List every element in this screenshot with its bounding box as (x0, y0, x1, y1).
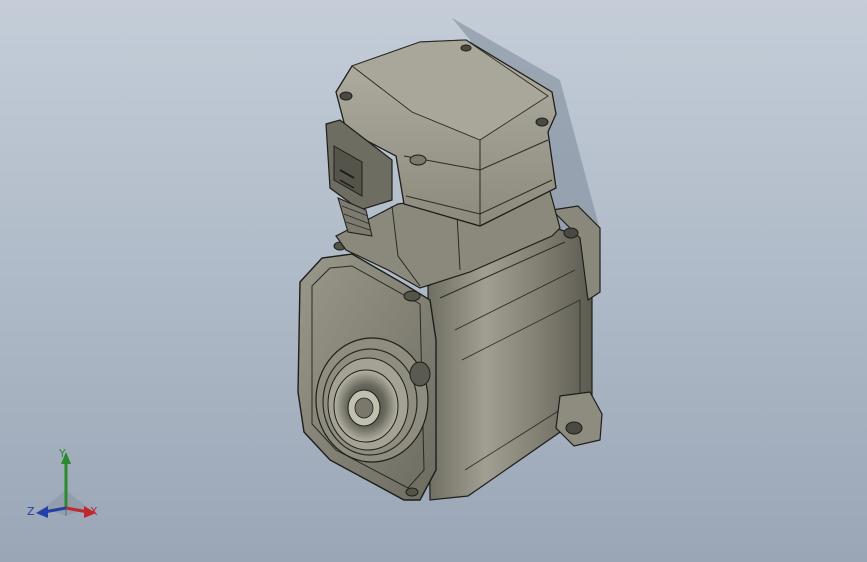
rear-flange-bottom (555, 391, 603, 447)
axis-label-z: Z (27, 505, 35, 518)
axis-label-y: Y (59, 447, 66, 460)
axis-triad: Y X Z (24, 446, 106, 526)
graphics-viewport[interactable]: Y X Z (0, 0, 867, 562)
servo-motor-model[interactable] (0, 0, 867, 562)
axis-label-x: X (90, 505, 98, 518)
